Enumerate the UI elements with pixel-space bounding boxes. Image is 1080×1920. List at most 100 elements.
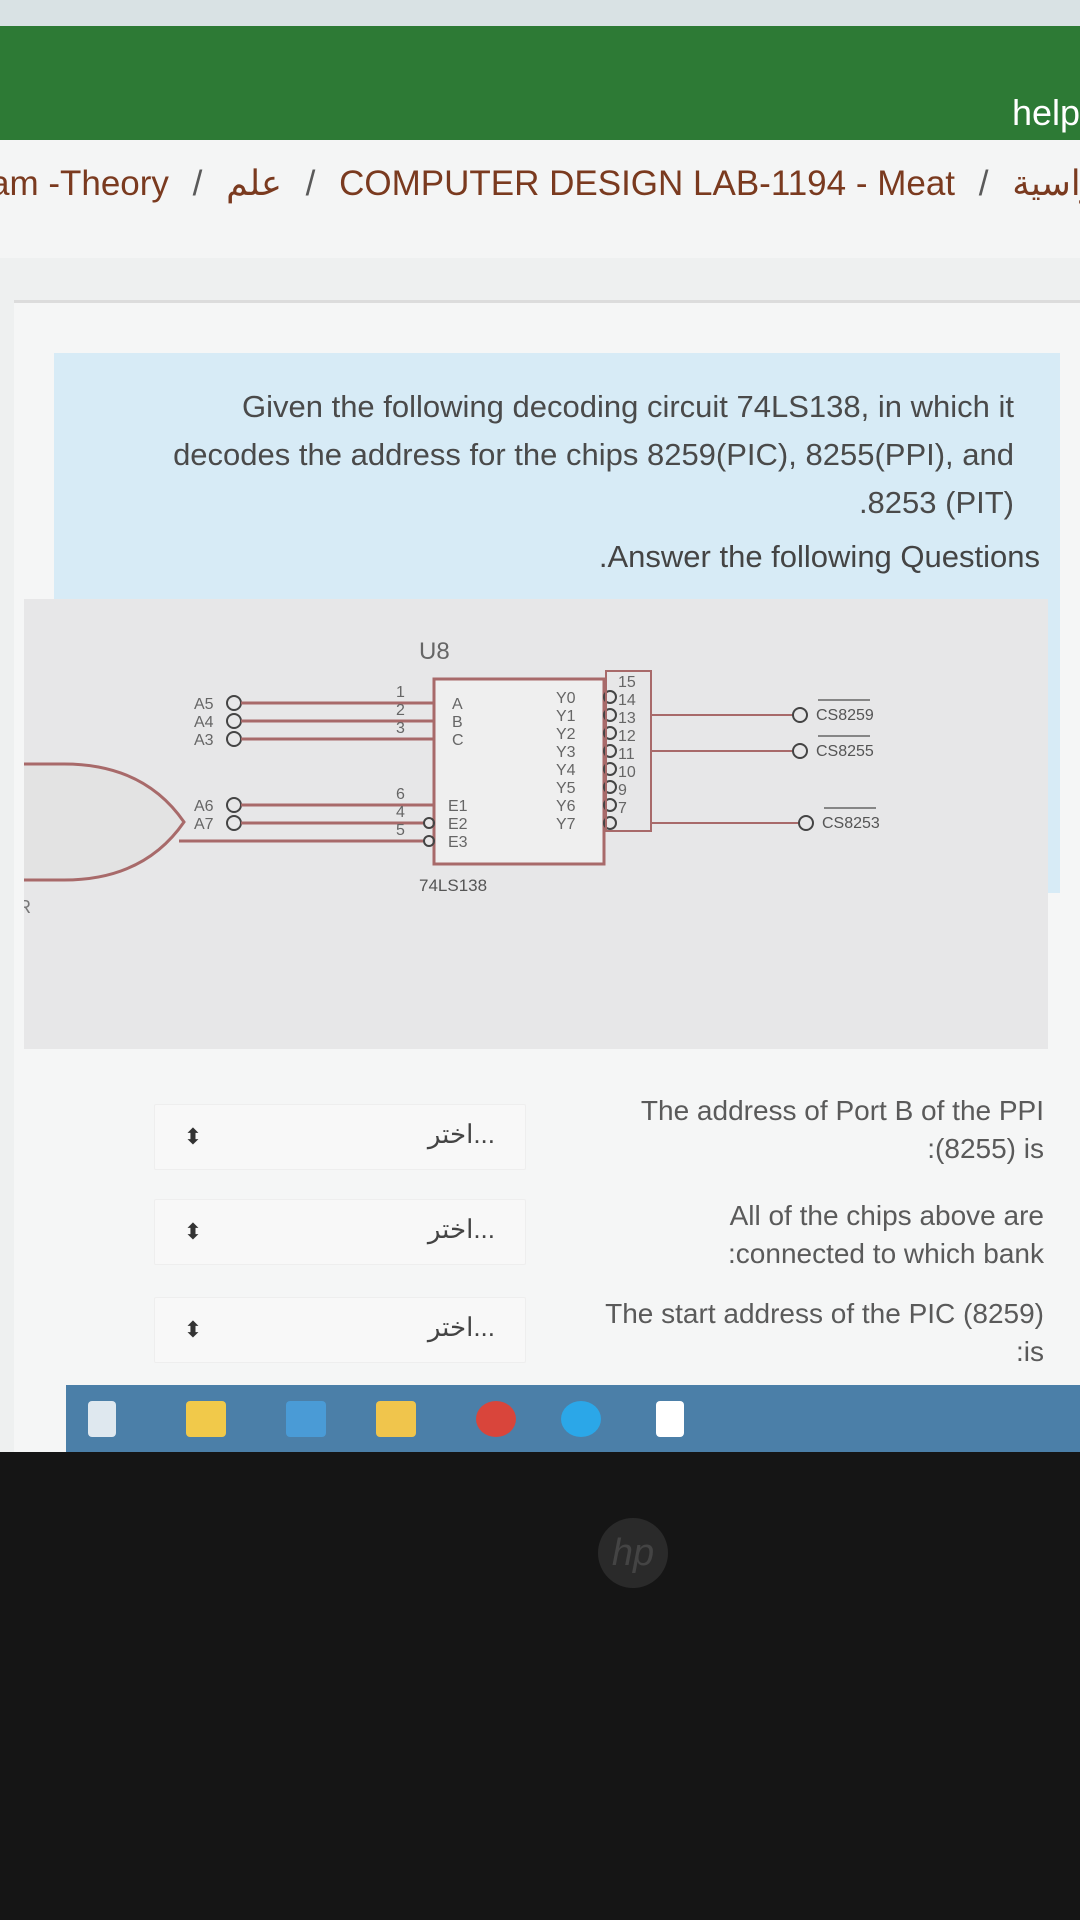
pin-number-6: 6 [396,786,405,803]
input-a3-terminal [226,731,242,747]
question-line-1: Given the following decoding circuit 74L… [241,389,1014,424]
pin-number-11: 11 [618,746,635,763]
chip-part-label: 74LS138 [419,876,487,895]
question-intro: Given the following decoding circuit 74L… [104,383,1014,527]
pin-number-5: 5 [396,822,405,839]
cs8259-terminal [792,707,808,723]
file-explorer-icon[interactable] [376,1401,416,1437]
pin-number-7: 7 [618,800,627,817]
input-a7-label: A7 [194,816,214,833]
pin-number-10: 10 [618,764,636,781]
breadcrumb-item-science[interactable]: علم [226,164,282,203]
chip-pin-c: C [452,732,464,749]
select-placeholder: اختر... [427,1312,495,1342]
output-cs8253-label: CS8253 [822,815,880,832]
answer-row-bank: ⬍ اختر... All of the chips above are :co… [134,1199,1074,1293]
breadcrumb-item-exam[interactable]: am -Theory [0,164,169,203]
cs8253-terminal [798,815,814,831]
select-placeholder: اختر... [427,1214,495,1244]
breadcrumb-separator: / [978,164,989,203]
answer-select-port-b[interactable]: ⬍ اختر... [154,1104,526,1170]
pin-number-3: 3 [396,720,405,737]
question-card: Given the following decoding circuit 74L… [0,300,1080,1452]
output-cs8255-label: CS8255 [816,743,874,760]
pin-number-2: 2 [396,702,405,719]
select-arrow-icon: ⬍ [183,1219,203,1244]
question-label-bank: All of the chips above are :connected to… [728,1197,1044,1273]
question-line-2: decodes the address for the chips 8259(P… [173,437,1014,472]
pin-number-4: 4 [396,804,405,821]
output-cs8259-label: CS8259 [816,707,874,724]
decoder-diagram: R U8 74LS138 A5 A4 A3 1 2 3 A B C A6 A7 … [0,599,1048,1049]
chip-pin-y0: Y0 [556,690,576,707]
chip-label: U8 [419,638,450,665]
right-pin-numbers: 15 14 13 12 11 10 9 7 [618,674,636,817]
answer-select-pic[interactable]: ⬍ اختر... [154,1297,526,1363]
breadcrumb-separator: / [192,164,203,203]
browser-screen: help am -Theory / علم / COMPUTER DESIGN … [0,0,1080,1452]
task-view-icon[interactable] [88,1401,116,1437]
pin-number-15: 15 [618,674,636,691]
input-a6-label: A6 [194,798,214,815]
windows-taskbar [66,1385,1080,1452]
input-a4-label: A4 [194,714,214,731]
question-label-pic: The start address of the PIC (8259) :is [605,1295,1044,1371]
input-a4-terminal [226,713,242,729]
pin-number-12: 12 [618,728,636,745]
input-a5-terminal [226,695,242,711]
edge-icon[interactable] [561,1401,601,1437]
breadcrumb-separator: / [305,164,316,203]
select-arrow-icon: ⬍ [183,1124,203,1149]
chip-pin-e1: E1 [448,798,468,815]
input-a7-terminal [226,815,242,831]
input-a5-label: A5 [194,696,214,713]
chip-pin-y2: Y2 [556,726,576,743]
question-label-port-b: The address of Port B of the PPI :(8255)… [641,1092,1044,1168]
question-label-line-1: All of the chips above are [729,1200,1044,1231]
chip-pin-y6: Y6 [556,798,576,815]
question-instruction: .Answer the following Questions [598,539,1040,574]
pin-number-14: 14 [618,692,636,709]
pin-number-13: 13 [618,710,636,727]
decoder-circuit: R U8 74LS138 A5 A4 A3 1 2 3 A B C A6 A7 … [0,638,880,917]
question-line-3: .8253 (PIT) [858,485,1014,520]
pin-number-1: 1 [396,684,405,701]
chip-pin-y4: Y4 [556,762,576,779]
breadcrumb-item-course[interactable]: COMPUTER DESIGN LAB-1194 - Meat [339,164,955,203]
question-label-line-2: :is [1016,1336,1044,1367]
input-a3-label: A3 [194,732,214,749]
chip-pin-y7: Y7 [556,816,576,833]
answer-row-pic: ⬍ اختر... The start address of the PIC (… [134,1297,1074,1393]
question-label-line-1: The start address of the PIC (8259) [605,1298,1044,1329]
answer-row-port-b: ⬍ اختر... The address of Port B of the P… [134,1095,1074,1188]
chip-right-pins: Y0 Y1 Y2 Y3 Y4 Y5 Y6 Y7 [556,690,576,833]
top-strip [0,0,1080,26]
hp-logo: hp [598,1518,668,1588]
chip-pin-b: B [452,714,463,731]
question-label-line-2: :connected to which bank [728,1238,1044,1269]
chip-pin-y3: Y3 [556,744,576,761]
chip-pin-a: A [452,696,463,713]
chip-pin-y1: Y1 [556,708,576,725]
help-link[interactable]: help [1012,92,1080,134]
site-header: help [0,26,1080,144]
chip-pin-y5: Y5 [556,780,576,797]
select-arrow-icon: ⬍ [183,1317,203,1342]
or-gate-label: R [24,897,31,917]
cs8255-terminal [792,743,808,759]
breadcrumb-item-study[interactable]: الدراسية [1012,164,1080,203]
breadcrumb: am -Theory / علم / COMPUTER DESIGN LAB-1… [0,140,1080,258]
pin-number-9: 9 [618,782,627,799]
mail-icon[interactable] [286,1401,326,1437]
chip-pin-e3: E3 [448,834,468,851]
answer-select-bank[interactable]: ⬍ اختر... [154,1199,526,1265]
input-a6-terminal [226,797,242,813]
chrome-icon[interactable] [476,1401,516,1437]
select-placeholder: اختر... [427,1119,495,1149]
or-gate-shape [0,762,186,882]
store-icon[interactable] [186,1401,226,1437]
question-label-line-1: The address of Port B of the PPI [640,1095,1044,1126]
chip-pin-e2: E2 [448,816,468,833]
file-icon[interactable] [656,1401,684,1437]
question-label-line-2: :(8255) is [927,1133,1044,1164]
